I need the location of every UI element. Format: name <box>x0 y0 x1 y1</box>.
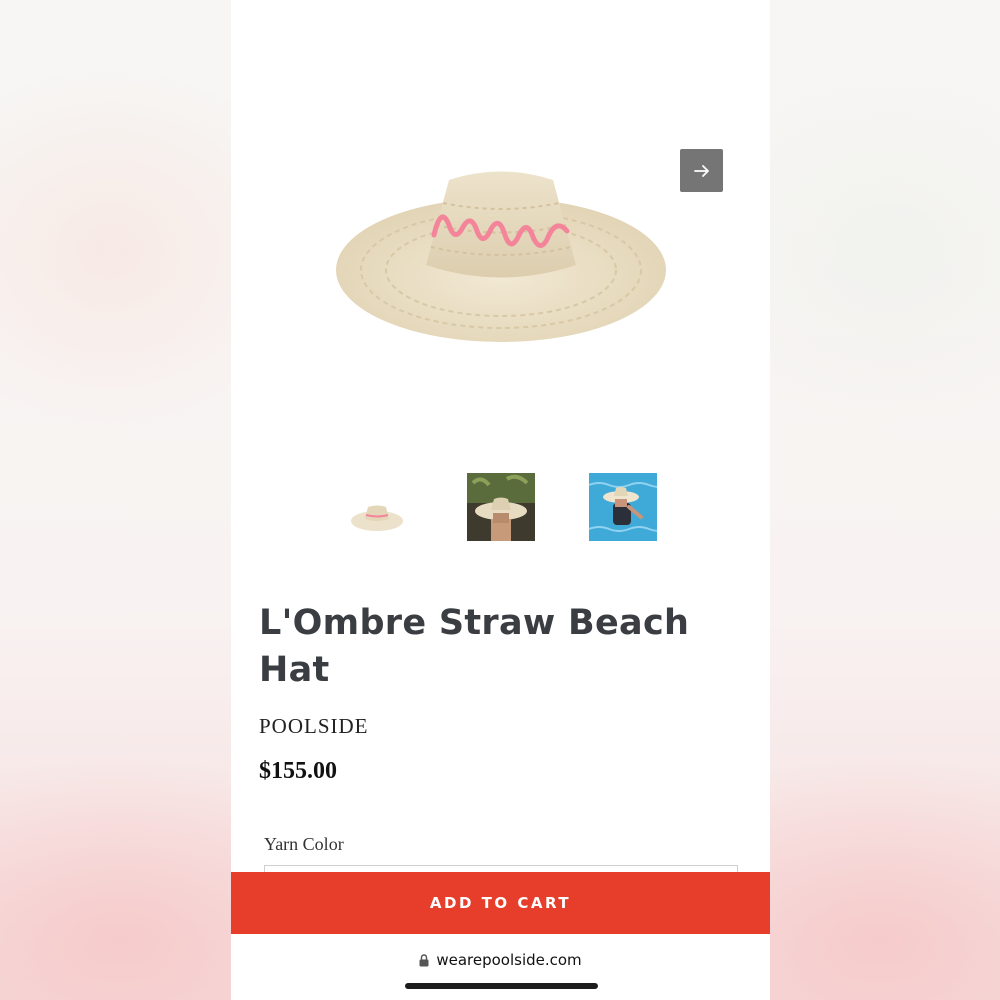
next-image-button[interactable] <box>680 149 723 192</box>
add-to-cart-button[interactable]: ADD TO CART <box>231 872 770 934</box>
thumbnail-person-wearing-hat[interactable] <box>467 473 535 541</box>
product-title: L'Ombre Straw Beach Hat <box>259 603 690 690</box>
arrow-right-icon <box>693 164 709 177</box>
thumbnail-strip <box>231 473 770 543</box>
product-image-gallery[interactable] <box>231 95 770 455</box>
product-vendor[interactable]: POOLSIDE <box>259 714 369 739</box>
hat-thumbnail-image <box>351 505 403 531</box>
phone-screen: L'Ombre Straw Beach Hat POOLSIDE $155.00… <box>231 0 770 1000</box>
person-hat-thumbnail-image <box>467 473 535 541</box>
main-product-image <box>336 171 666 342</box>
lock-icon <box>419 953 429 967</box>
pool-thumbnail-image <box>589 473 657 541</box>
home-indicator[interactable] <box>405 983 598 989</box>
thumbnail-hat-product[interactable] <box>343 473 411 541</box>
url-text: wearepoolside.com <box>436 951 582 969</box>
product-price: $155.00 <box>259 758 337 784</box>
yarn-color-label: Yarn Color <box>264 834 344 854</box>
thumbnail-person-in-pool[interactable] <box>589 473 657 541</box>
browser-url-bar[interactable]: wearepoolside.com <box>231 948 770 972</box>
